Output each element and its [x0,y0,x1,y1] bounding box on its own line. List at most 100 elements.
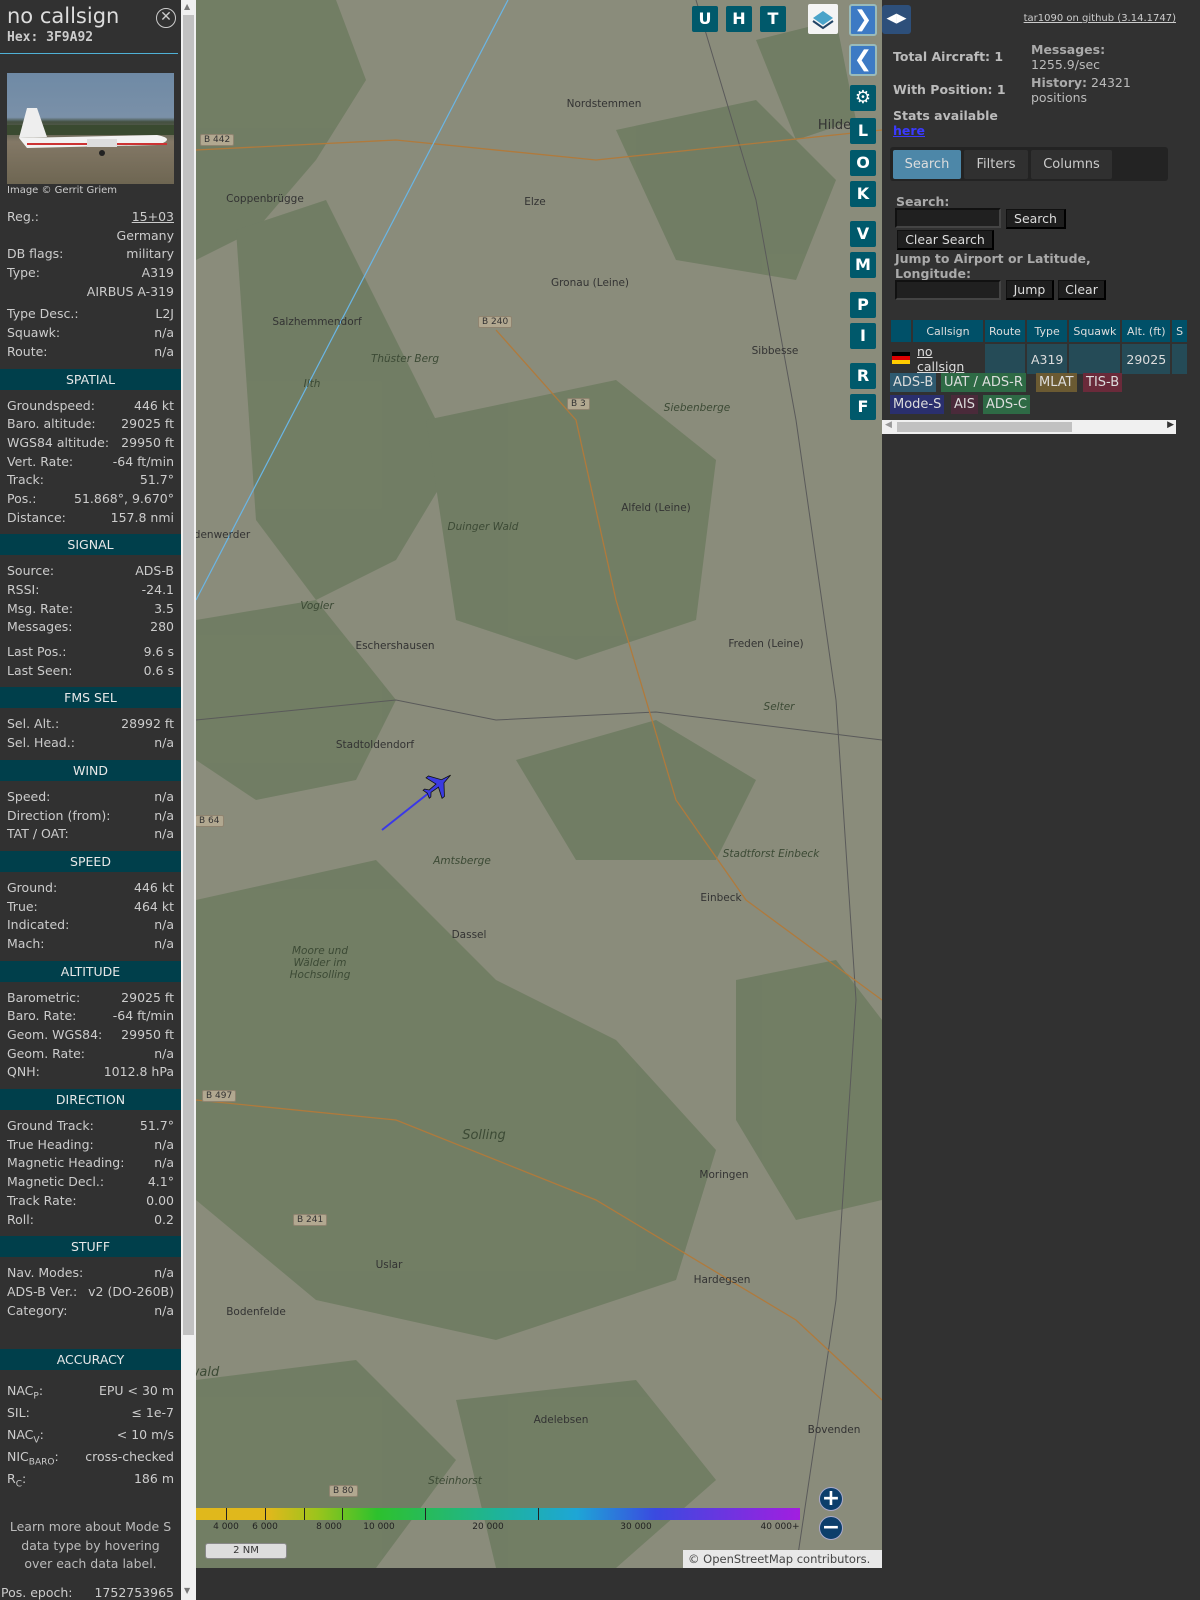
source-badge[interactable]: AIS [951,395,978,414]
detail-label[interactable]: Speed: [7,788,50,807]
detail-label[interactable]: Mach: [7,935,44,954]
detail-label[interactable]: Route: [7,343,48,362]
toggle-sidebar-icon[interactable]: ◀▶ [882,5,911,34]
map-button-k[interactable]: K [850,181,876,207]
source-badge[interactable]: UAT / ADS-R [941,373,1026,392]
source-badge[interactable]: ADS-B [890,373,937,392]
detail-label[interactable]: Messages: [7,618,73,637]
detail-label[interactable]: Nav. Modes: [7,1264,83,1283]
detail-label[interactable]: Track: [7,471,44,490]
detail-label[interactable]: WGS84 altitude: [7,434,109,453]
tab-filters[interactable]: Filters [964,150,1028,179]
detail-label[interactable]: Distance: [7,509,66,528]
detail-label[interactable]: Source: [7,562,54,581]
map-button-l[interactable]: L [850,118,876,144]
detail-label[interactable]: Vert. Rate: [7,453,73,472]
clear-search-button[interactable]: Clear Search [897,230,994,250]
detail-label[interactable]: Baro. altitude: [7,415,96,434]
jump-input[interactable] [895,280,1001,300]
clear-button[interactable]: Clear [1058,280,1106,300]
zoom-in-button[interactable]: + [819,1487,843,1511]
col-route[interactable]: Route [985,320,1025,342]
map-button-f[interactable]: F [850,394,876,420]
detail-label[interactable]: True Heading: [7,1136,94,1155]
map-button-u[interactable]: U [692,6,718,32]
map-button-t[interactable]: T [760,6,786,32]
search-button[interactable]: Search [1006,209,1066,229]
map-button-h[interactable]: H [726,6,752,32]
col-altitude[interactable]: Alt. (ft) [1122,320,1171,342]
detail-label[interactable]: Msg. Rate: [7,600,73,619]
detail-label[interactable]: Last Seen: [7,662,72,681]
zoom-out-button[interactable]: − [819,1516,843,1540]
settings-gear-icon[interactable]: ⚙ [850,85,876,111]
tab-search[interactable]: Search [893,150,961,179]
details-scrollbar[interactable]: ▲ ▼ [181,0,196,1600]
detail-label[interactable]: RC: [7,1468,26,1490]
detail-label[interactable]: Indicated: [7,916,69,935]
detail-label[interactable]: Type: [7,264,40,283]
detail-label[interactable]: Ground: [7,879,57,898]
detail-label[interactable]: Geom. Rate: [7,1045,85,1064]
collapse-left-icon[interactable]: ❮ [849,44,877,76]
jump-button[interactable]: Jump [1006,280,1054,300]
table-row[interactable]: no callsign A319 29025 [891,344,1188,374]
detail-label[interactable]: Ground Track: [7,1117,94,1136]
detail-label[interactable]: Pos.: [7,490,36,509]
detail-label[interactable]: SIL: [7,1402,30,1424]
detail-label[interactable]: NACV: [7,1424,44,1446]
detail-label[interactable]: Track Rate: [7,1192,77,1211]
detail-label[interactable]: Type Desc.: [7,305,79,324]
detail-label[interactable]: Squawk: [7,324,60,343]
detail-label[interactable]: NICBARO: [7,1446,59,1468]
stats-link[interactable]: here [893,123,925,138]
tab-columns[interactable]: Columns [1031,150,1112,179]
search-input[interactable] [895,208,1001,228]
detail-label[interactable]: Roll: [7,1211,34,1230]
close-icon[interactable]: ✕ [156,8,176,28]
detail-label[interactable]: DB flags: [7,245,63,264]
table-horizontal-scrollbar[interactable]: ◀ ▶ [882,420,1176,434]
map-button-r[interactable]: R [850,363,876,389]
detail-label[interactable]: NACP: [7,1380,43,1402]
layers-icon[interactable] [808,4,838,34]
map-button-o[interactable]: O [850,150,876,176]
detail-label[interactable]: Last Pos.: [7,643,66,662]
source-badge[interactable]: TIS-B [1083,373,1123,392]
col-type[interactable]: Type [1026,320,1068,342]
detail-label[interactable]: QNH: [7,1063,40,1082]
row-callsign[interactable]: no callsign [913,344,983,374]
detail-label[interactable]: Groundspeed: [7,397,95,416]
col-callsign[interactable]: Callsign [913,320,983,342]
detail-label[interactable]: Barometric: [7,989,80,1008]
map-button-p[interactable]: P [850,292,876,318]
source-badge[interactable]: MLAT [1036,373,1077,392]
detail-label[interactable]: Magnetic Heading: [7,1154,124,1173]
github-link[interactable]: tar1090 on github (3.14.1747) [1024,13,1176,24]
col-squawk[interactable]: Squawk [1069,320,1121,342]
map[interactable]: Nordstemmen Hildesh Coppenbrügge Elze Gronau… [196,0,882,1568]
detail-label[interactable]: Baro. Rate: [7,1007,76,1026]
detail-label[interactable]: Category: [7,1302,67,1321]
col-flag[interactable] [891,320,911,342]
source-badge[interactable]: ADS-C [983,395,1030,414]
map-attribution[interactable]: © OpenStreetMap contributors. [683,1550,882,1568]
expand-right-icon[interactable]: ❯ [849,4,877,36]
detail-label[interactable]: Geom. WGS84: [7,1026,102,1045]
detail-label[interactable]: Reg.: [7,208,39,227]
detail-label[interactable]: True: [7,898,38,917]
map-button-m[interactable]: M [850,252,876,278]
detail-label[interactable]: Sel. Alt.: [7,715,59,734]
source-badge[interactable]: Mode-S [890,395,945,414]
detail-label[interactable]: Direction (from): [7,807,111,826]
map-button-v[interactable]: V [850,221,876,247]
detail-label[interactable]: RSSI: [7,581,39,600]
aircraft-photo[interactable] [7,73,174,184]
detail-label[interactable]: Magnetic Decl.: [7,1173,104,1192]
detail-label[interactable]: TAT / OAT: [7,825,69,844]
map-button-i[interactable]: I [850,323,876,349]
detail-label[interactable]: Sel. Head.: [7,734,75,753]
detail-label[interactable]: ADS-B Ver.: [7,1283,77,1302]
col-s[interactable]: S [1172,320,1188,342]
detail-label[interactable]: Pos. epoch: [1,1584,72,1600]
